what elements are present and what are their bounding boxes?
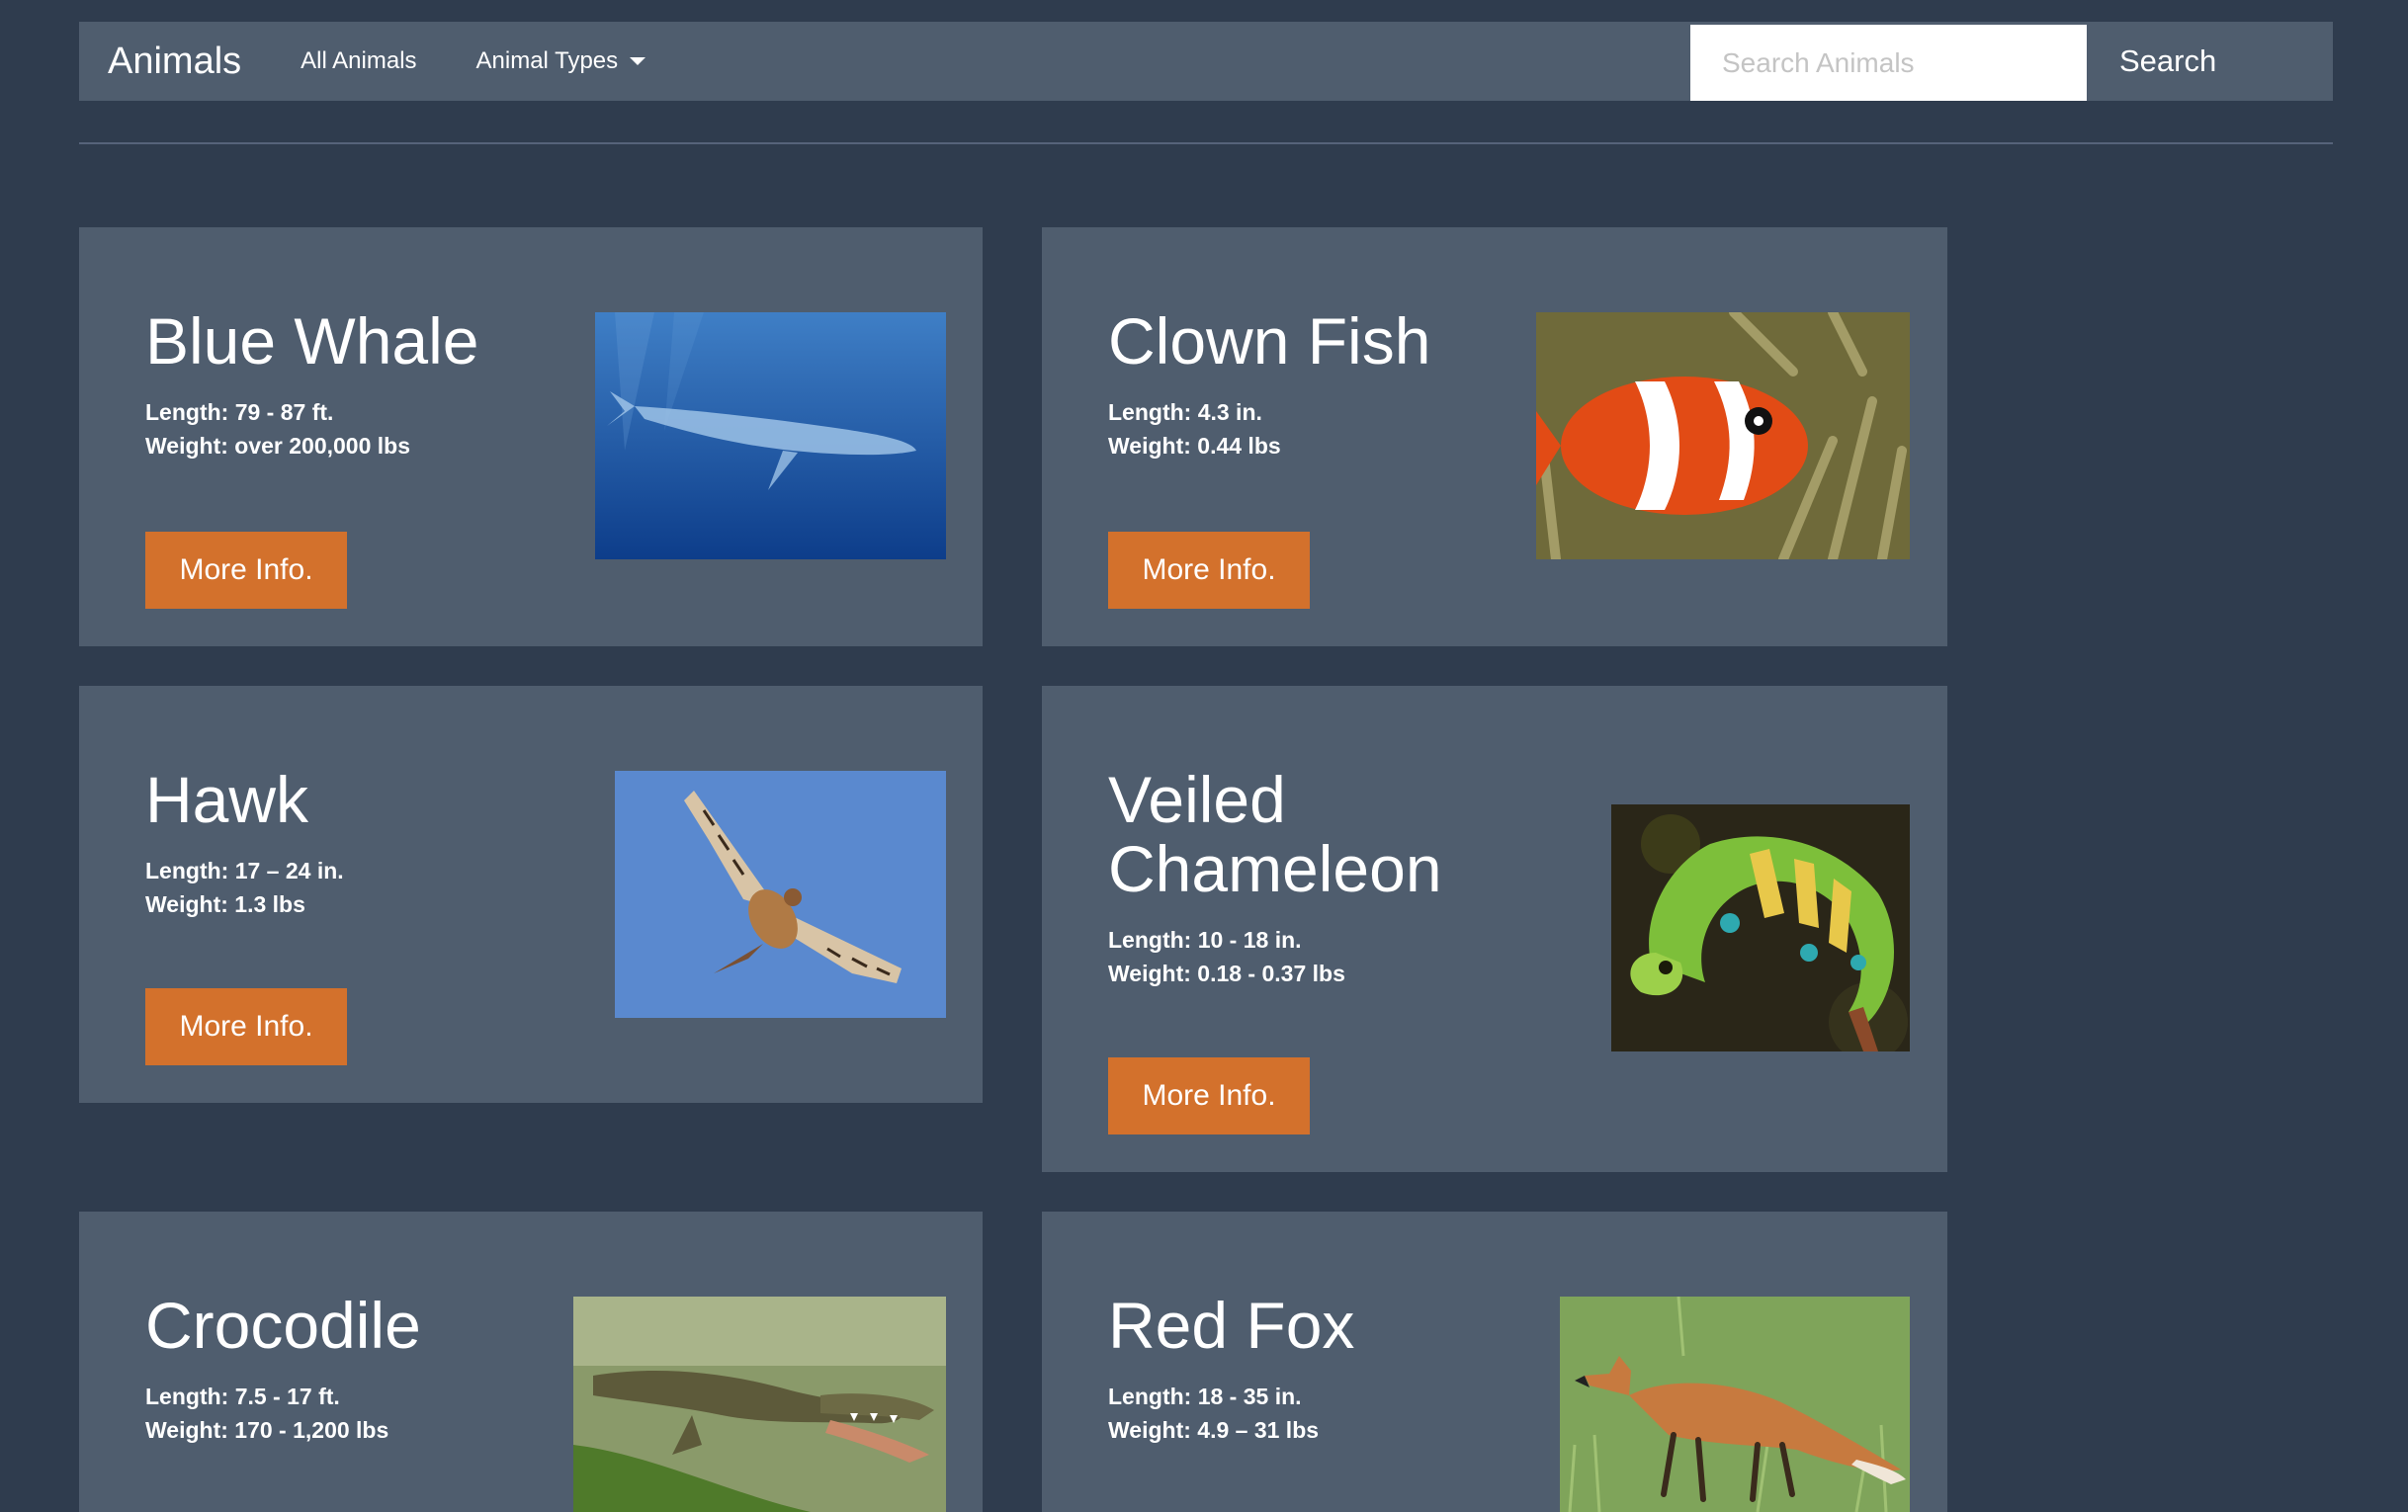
nav-all-animals[interactable]: All Animals [301, 47, 416, 75]
more-info-button[interactable]: More Info. [145, 532, 347, 609]
animal-length: Length: 79 - 87 ft. [145, 399, 334, 425]
animal-weight: Weight: 4.9 – 31 lbs [1108, 1417, 1320, 1443]
nav-animal-types-dropdown[interactable]: Animal Types [476, 47, 646, 75]
page: Animals All Animals Animal Types Search … [0, 0, 2408, 1512]
crocodile-image [573, 1297, 946, 1512]
hawk-image [615, 771, 946, 1018]
animal-weight: Weight: 0.44 lbs [1108, 433, 1281, 459]
animal-length: Length: 4.3 in. [1108, 399, 1262, 425]
animal-length: Length: 10 - 18 in. [1108, 927, 1302, 953]
red-fox-image [1560, 1297, 1910, 1512]
navbar: Animals All Animals Animal Types Search [79, 22, 2333, 101]
animal-length: Length: 17 – 24 in. [145, 858, 344, 883]
animal-name: Crocodile [145, 1289, 421, 1362]
animal-card: Hawk Length: 17 – 24 in. Weight: 1.3 lbs… [79, 686, 983, 1103]
animal-name: Red Fox [1108, 1289, 1355, 1362]
animal-name: Veiled Chameleon [1108, 763, 1442, 905]
animal-name: Clown Fish [1108, 304, 1431, 378]
animal-specs: Length: 7.5 - 17 ft. Weight: 170 - 1,200… [145, 1380, 388, 1447]
animal-length: Length: 7.5 - 17 ft. [145, 1384, 340, 1409]
animal-card: Blue Whale Length: 79 - 87 ft. Weight: o… [79, 227, 983, 646]
animal-specs: Length: 4.3 in. Weight: 0.44 lbs [1108, 395, 1281, 462]
animal-card: Red Fox Length: 18 - 35 in. Weight: 4.9 … [1042, 1212, 1947, 1512]
search-input[interactable] [1690, 25, 2087, 101]
animal-name: Hawk [145, 763, 309, 836]
animal-weight: Weight: over 200,000 lbs [145, 433, 411, 459]
veiled-chameleon-image [1611, 804, 1910, 1051]
animal-weight: Weight: 1.3 lbs [145, 891, 305, 917]
clown-fish-image [1536, 312, 1910, 559]
animal-specs: Length: 10 - 18 in. Weight: 0.18 - 0.37 … [1108, 923, 1345, 990]
animal-card: Crocodile Length: 7.5 - 17 ft. Weight: 1… [79, 1212, 983, 1512]
animal-specs: Length: 79 - 87 ft. Weight: over 200,000… [145, 395, 410, 462]
animal-specs: Length: 17 – 24 in. Weight: 1.3 lbs [145, 854, 344, 921]
animal-name: Blue Whale [145, 304, 479, 378]
animal-weight: Weight: 0.18 - 0.37 lbs [1108, 961, 1345, 986]
more-info-button[interactable]: More Info. [145, 988, 347, 1065]
animal-card: Veiled Chameleon Length: 10 - 18 in. Wei… [1042, 686, 1947, 1172]
more-info-button[interactable]: More Info. [1108, 532, 1310, 609]
blue-whale-image [595, 312, 946, 559]
caret-down-icon [630, 57, 646, 65]
header-divider [79, 142, 2333, 144]
search-button[interactable]: Search [2119, 22, 2216, 101]
animal-card: Clown Fish Length: 4.3 in. Weight: 0.44 … [1042, 227, 1947, 646]
nav-animal-types-label: Animal Types [475, 47, 619, 74]
animal-weight: Weight: 170 - 1,200 lbs [145, 1417, 389, 1443]
brand-link[interactable]: Animals [108, 41, 241, 83]
animal-length: Length: 18 - 35 in. [1108, 1384, 1302, 1409]
animal-specs: Length: 18 - 35 in. Weight: 4.9 – 31 lbs [1108, 1380, 1319, 1447]
more-info-button[interactable]: More Info. [1108, 1057, 1310, 1134]
